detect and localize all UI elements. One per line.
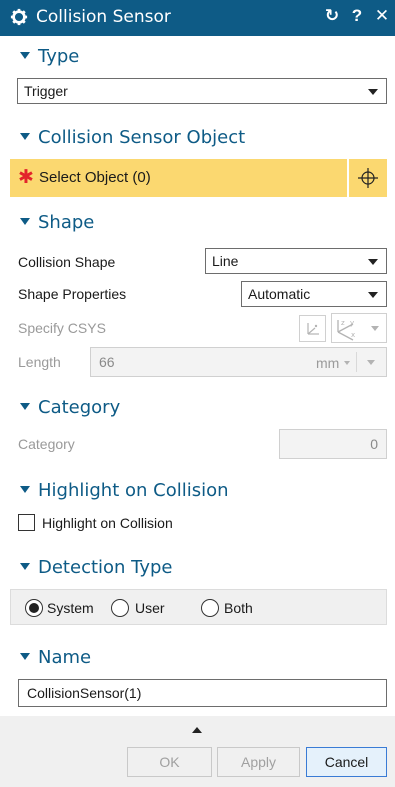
csys-axes-icon: z y x — [337, 319, 355, 341]
collapse-arrow-icon — [20, 486, 30, 493]
shape-properties-label: Shape Properties — [18, 286, 127, 302]
csys-dialog-button[interactable] — [299, 315, 326, 342]
reset-icon[interactable]: ↻ — [322, 6, 342, 28]
csys-type-dropdown[interactable]: z y x — [331, 313, 387, 343]
length-value: 66 — [99, 354, 115, 370]
highlight-checkbox-label: Highlight on Collision — [42, 515, 173, 531]
length-unit: mm — [316, 355, 340, 371]
collision-shape-dropdown[interactable]: Line — [205, 248, 387, 274]
category-section-header[interactable]: Category — [0, 394, 395, 424]
category-label: Category — [18, 436, 75, 452]
collision-shape-label: Collision Shape — [18, 254, 116, 270]
dialog-title: Collision Sensor — [36, 7, 171, 27]
csys-dialog-icon — [307, 323, 319, 335]
shape-properties-dropdown[interactable]: Automatic — [241, 281, 387, 307]
section-title: Collision Sensor Object — [38, 127, 246, 148]
radio-system[interactable] — [25, 599, 43, 617]
section-title: Shape — [38, 212, 95, 233]
chevron-down-icon — [368, 259, 378, 265]
radio-user[interactable] — [111, 599, 129, 617]
chevron-down-icon — [368, 292, 378, 298]
name-input-value: CollisionSensor(1) — [27, 685, 142, 701]
dialog-footer: OK Apply Cancel — [0, 716, 395, 787]
type-section-header[interactable]: Type — [0, 43, 395, 73]
cancel-button[interactable]: Cancel — [306, 747, 387, 777]
help-icon[interactable]: ? — [348, 6, 366, 28]
collapse-arrow-icon — [20, 218, 30, 225]
detection-section-header[interactable]: Detection Type — [0, 554, 395, 584]
svg-text:y: y — [350, 319, 354, 327]
section-title: Highlight on Collision — [38, 480, 229, 501]
unit-caret-icon — [344, 361, 350, 365]
select-object-label: Select Object (0) — [39, 169, 151, 186]
length-field[interactable]: 66 mm — [90, 347, 387, 377]
highlight-checkbox[interactable] — [18, 514, 35, 531]
ok-button[interactable]: OK — [127, 747, 212, 777]
required-mark: ✱ — [18, 167, 34, 188]
section-title: Category — [38, 397, 121, 418]
radio-system-label: System — [47, 600, 94, 616]
select-object-bar[interactable]: ✱ Select Object (0) — [10, 159, 347, 197]
radio-dot — [29, 603, 39, 613]
collapse-arrow-icon — [20, 133, 30, 140]
chevron-down-icon — [368, 89, 378, 95]
highlight-section-header[interactable]: Highlight on Collision — [0, 477, 395, 507]
section-title: Type — [38, 46, 80, 67]
detection-radio-group: System User Both — [10, 589, 387, 625]
shape-properties-value: Automatic — [248, 286, 311, 302]
shape-section-header[interactable]: Shape — [0, 209, 395, 239]
radio-both-label: Both — [224, 600, 253, 616]
collision-shape-value: Line — [212, 253, 239, 269]
name-section-header[interactable]: Name — [0, 644, 395, 674]
object-section-header[interactable]: Collision Sensor Object — [0, 124, 395, 154]
collapse-arrow-icon — [20, 563, 30, 570]
category-field[interactable]: 0 — [279, 429, 387, 459]
specify-csys-label: Specify CSYS — [18, 320, 106, 336]
apply-button[interactable]: Apply — [217, 747, 300, 777]
collapse-up-icon[interactable] — [192, 727, 202, 733]
divider — [356, 352, 357, 372]
type-dropdown-value: Trigger — [24, 83, 68, 99]
gear-icon — [10, 8, 28, 26]
svg-text:z: z — [341, 319, 345, 327]
radio-user-label: User — [135, 600, 165, 616]
close-icon[interactable]: ✕ — [372, 6, 392, 28]
category-value: 0 — [370, 436, 378, 452]
title-bar: Collision Sensor ↻ ? ✕ — [0, 0, 395, 36]
name-input[interactable]: CollisionSensor(1) — [18, 679, 387, 707]
section-title: Detection Type — [38, 557, 173, 578]
chevron-down-icon — [371, 326, 379, 331]
section-title: Name — [38, 647, 92, 668]
crosshair-icon — [358, 168, 378, 188]
svg-text:x: x — [351, 331, 355, 339]
point-selector-button[interactable] — [349, 159, 387, 197]
radio-both[interactable] — [201, 599, 219, 617]
collapse-arrow-icon — [20, 653, 30, 660]
length-label: Length — [18, 354, 61, 370]
collapse-arrow-icon — [20, 52, 30, 59]
type-dropdown[interactable]: Trigger — [17, 78, 387, 104]
collapse-arrow-icon — [20, 403, 30, 410]
chevron-down-icon — [367, 360, 375, 365]
